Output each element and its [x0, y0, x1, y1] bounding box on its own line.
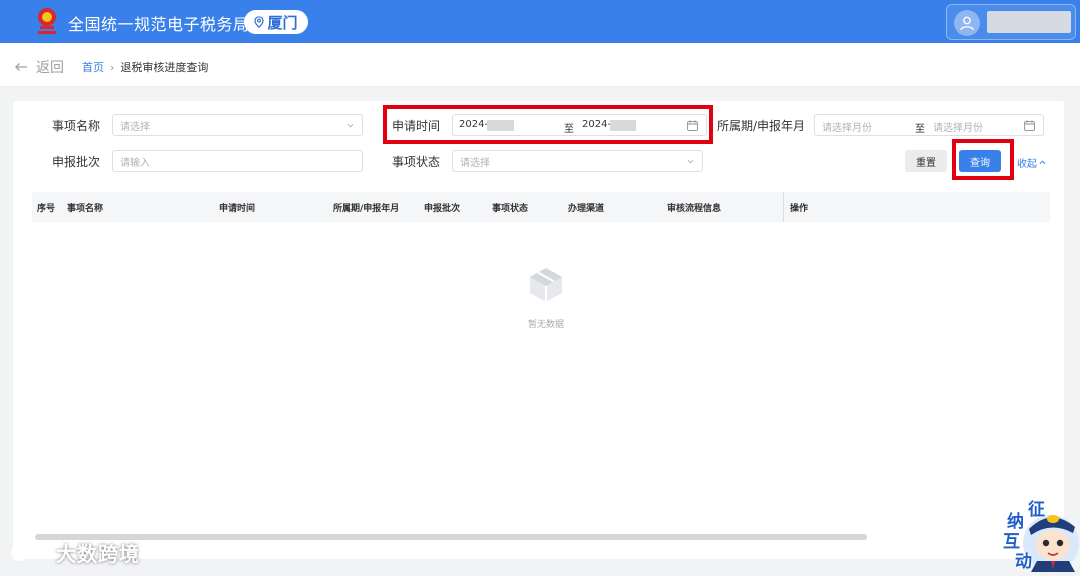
- column-header: 操作: [790, 204, 809, 214]
- top-header: 全国统一规范电子税务局 厦门: [0, 0, 1080, 43]
- period-start-placeholder[interactable]: 请选择月份: [822, 119, 872, 134]
- column-divider: [783, 192, 784, 222]
- column-header: 所属期/申报年月: [333, 204, 400, 214]
- mascot-char: 征: [1028, 500, 1045, 520]
- column-header: 事项名称: [67, 204, 104, 214]
- user-avatar-icon: [954, 10, 980, 36]
- breadcrumb-separator: ›: [110, 60, 115, 74]
- status-placeholder: 请选择: [460, 157, 490, 169]
- column-header: 审核流程信息: [667, 204, 722, 214]
- back-label: 返回: [36, 60, 64, 76]
- item-name-placeholder: 请选择: [120, 121, 150, 133]
- batch-input[interactable]: 请输入: [112, 150, 363, 172]
- reset-button[interactable]: 重置: [905, 150, 947, 172]
- column-header: 申报批次: [424, 204, 461, 214]
- watermark-text: 大数跨境: [56, 542, 140, 566]
- period-separator: 至: [915, 124, 925, 135]
- results-table-header: 序号 事项名称 申请时间 所属期/申报年月 申报批次 事项状态 办理渠道 审核流…: [32, 192, 1050, 222]
- status-label: 事项状态: [392, 155, 441, 169]
- column-header: 办理渠道: [568, 204, 605, 214]
- app-title: 全国统一规范电子税务局: [68, 15, 250, 34]
- column-header: 序号: [37, 204, 56, 214]
- breadcrumb-home-link[interactable]: 首页: [82, 59, 104, 75]
- period-range-picker[interactable]: 请选择月份 至 请选择月份: [814, 114, 1044, 136]
- apply-time-highlight-box: [383, 105, 713, 144]
- status-select[interactable]: 请选择: [452, 150, 703, 172]
- location-pin-icon: [254, 16, 265, 28]
- horizontal-scrollbar[interactable]: [35, 534, 867, 540]
- empty-box-icon: [530, 268, 562, 302]
- calendar-icon: [1024, 120, 1035, 131]
- back-button[interactable]: 返回: [14, 57, 64, 77]
- watermark: 大数跨境: [10, 538, 140, 567]
- column-header: 申请时间: [219, 204, 256, 214]
- collapse-toggle[interactable]: 收起: [1017, 155, 1046, 170]
- tax-interaction-mascot[interactable]: 征 纳 互 动: [1001, 495, 1080, 572]
- period-label: 所属期/申报年月: [717, 119, 806, 133]
- arrow-left-icon: [15, 63, 27, 71]
- empty-state: 暂无数据: [513, 265, 579, 330]
- batch-placeholder: 请输入: [120, 157, 150, 169]
- username-redacted: [987, 11, 1071, 33]
- city-name: 厦门: [267, 13, 298, 32]
- breadcrumb-current: 退税审核进度查询: [120, 61, 209, 74]
- chevron-up-icon: [1039, 160, 1046, 165]
- watermark-logo-icon: [11, 544, 46, 561]
- user-menu[interactable]: [946, 4, 1076, 40]
- period-end-placeholder[interactable]: 请选择月份: [933, 119, 983, 134]
- query-panel: 事项名称 请选择 申请时间 2024- 至 2024- 所属期/申报年月 请选择…: [13, 101, 1064, 559]
- breadcrumb: 首页 › 退税审核进度查询: [82, 59, 208, 75]
- empty-text: 暂无数据: [527, 320, 564, 330]
- query-button-highlight-box: [952, 139, 1014, 180]
- collapse-label: 收起: [1017, 159, 1037, 170]
- tax-bureau-emblem-icon: [38, 8, 56, 34]
- city-selector[interactable]: 厦门: [244, 10, 308, 34]
- batch-label: 申报批次: [52, 155, 101, 169]
- column-header: 事项状态: [492, 204, 529, 214]
- mascot-char: 动: [1015, 552, 1032, 572]
- breadcrumb-bar: 返回 首页 › 退税审核进度查询: [0, 43, 1080, 87]
- item-name-label: 事项名称: [52, 119, 101, 133]
- chevron-down-icon: [687, 159, 694, 164]
- item-name-select[interactable]: 请选择: [112, 114, 363, 136]
- chevron-down-icon: [347, 123, 354, 128]
